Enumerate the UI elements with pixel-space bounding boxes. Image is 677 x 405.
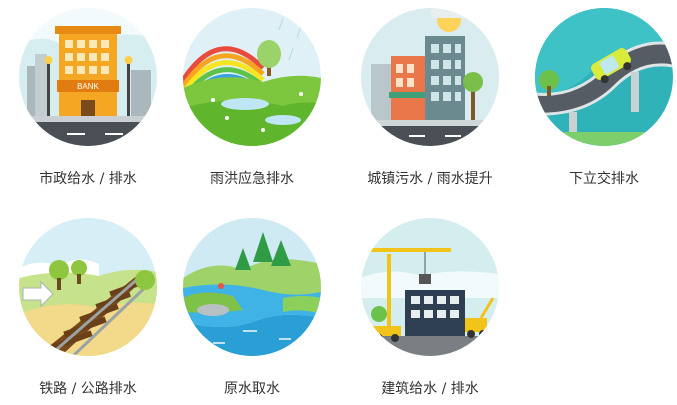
tile-label: 下立交排水 bbox=[569, 171, 639, 187]
tile-town-sewage[interactable]: 城镇污水 / 雨水提升 bbox=[342, 8, 518, 188]
tile-raw-water[interactable]: 原水取水 bbox=[164, 218, 340, 398]
tile-label: 铁路 / 公路排水 bbox=[39, 381, 137, 397]
tile-building-water[interactable]: 建筑给水 / 排水 bbox=[342, 218, 518, 398]
tile-municipal-water[interactable]: BANK 市政给水 / 排水 bbox=[0, 8, 176, 188]
underpass-car-icon bbox=[535, 8, 673, 146]
construction-crane-icon bbox=[361, 218, 499, 356]
tile-label: 城镇污水 / 雨水提升 bbox=[367, 171, 493, 187]
rainbow-meadow-icon bbox=[183, 8, 321, 146]
bank-city-icon: BANK bbox=[19, 8, 157, 146]
railway-track-icon bbox=[19, 218, 157, 356]
tile-label: 雨洪应急排水 bbox=[210, 171, 294, 187]
town-buildings-icon bbox=[361, 8, 499, 146]
tile-railway-highway[interactable]: 铁路 / 公路排水 bbox=[0, 218, 176, 398]
bank-sign-text: BANK bbox=[77, 82, 99, 91]
tile-label: 原水取水 bbox=[224, 381, 280, 397]
tile-label: 市政给水 / 排水 bbox=[39, 171, 137, 187]
river-landscape-icon bbox=[183, 218, 321, 356]
tile-underpass[interactable]: 下立交排水 bbox=[516, 8, 677, 188]
tile-label: 建筑给水 / 排水 bbox=[381, 381, 479, 397]
tile-flood-emergency[interactable]: 雨洪应急排水 bbox=[164, 8, 340, 188]
